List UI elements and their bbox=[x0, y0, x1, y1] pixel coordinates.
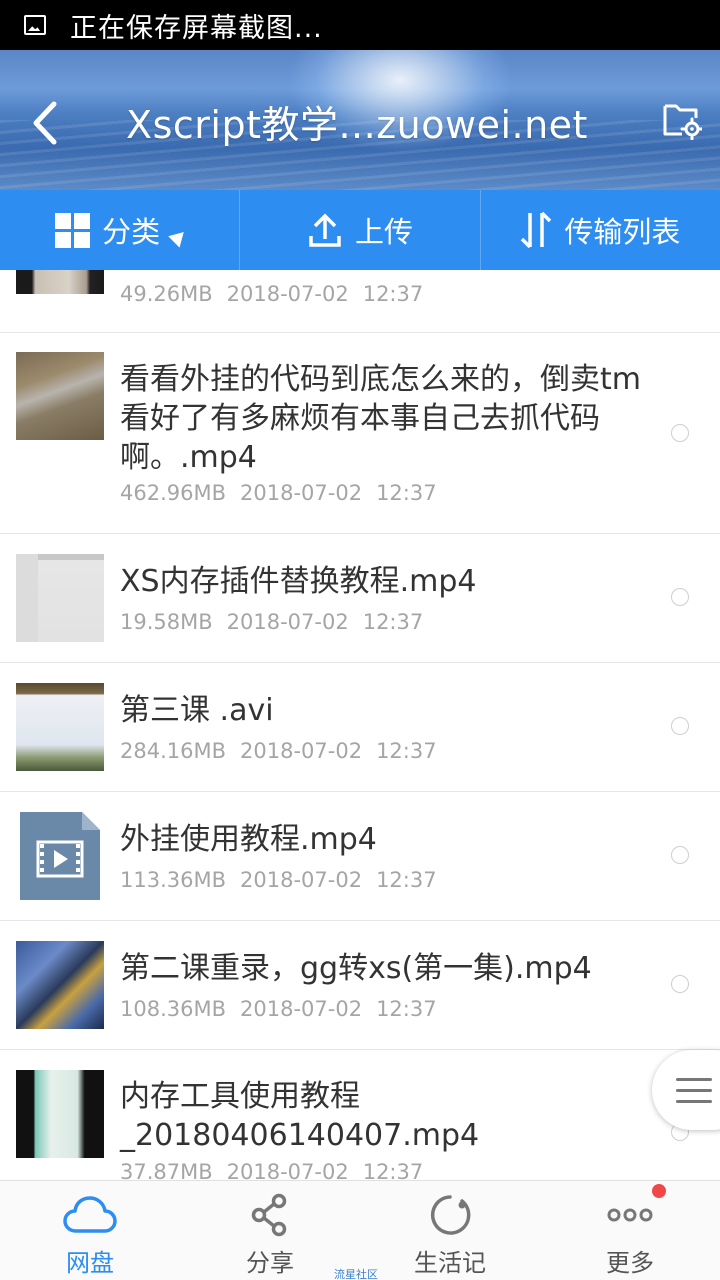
nav-label: 网盘 bbox=[66, 1249, 114, 1277]
file-list: 49.26MB 2018-07-02 12:37 看看外挂的代码到底怎么来的，倒卖t… bbox=[0, 270, 720, 1180]
file-time: 12:37 bbox=[376, 739, 437, 763]
select-radio[interactable] bbox=[671, 975, 689, 993]
file-time: 12:37 bbox=[376, 997, 437, 1021]
file-list-item[interactable]: 第二课重录，gg转xs(第一集).mp4 108.36MB 2018-07-02 1… bbox=[0, 921, 720, 1050]
video-thumbnail bbox=[16, 1070, 104, 1158]
watermark: 流星社区 bbox=[334, 1268, 378, 1280]
category-label: 分类 bbox=[102, 215, 161, 249]
file-size: 462.96MB bbox=[120, 481, 227, 505]
back-arrow-icon bbox=[33, 101, 57, 145]
life-record-icon bbox=[430, 1195, 471, 1235]
select-radio[interactable] bbox=[671, 846, 689, 864]
nav-label: 分享 bbox=[246, 1249, 294, 1277]
video-file-icon bbox=[20, 812, 100, 900]
file-name: 内存工具使用教程_20180406140407.mp4 bbox=[120, 1079, 480, 1153]
transfer-arrows-icon bbox=[521, 211, 552, 249]
file-list-item[interactable]: XS内存插件替换教程.mp4 19.58MB 2018-07-02 12:37 bbox=[0, 534, 720, 663]
file-name: 第三课 .avi bbox=[120, 693, 274, 728]
grid-icon bbox=[55, 212, 91, 248]
file-name: 外挂使用教程.mp4 bbox=[120, 822, 377, 857]
file-date: 2018-07-02 bbox=[226, 1160, 349, 1180]
file-name: 看看外挂的代码到底怎么来的，倒卖tm看好了有多麻烦有本事自己去抓代码啊。.mp4 bbox=[120, 362, 641, 475]
nav-item-cloud-disk[interactable]: 网盘 bbox=[0, 1181, 180, 1280]
bottom-nav: 网盘 分享 生活记 更多 bbox=[0, 1180, 720, 1280]
file-time: 12:37 bbox=[376, 481, 437, 505]
file-meta: 37.87MB 2018-07-02 12:37 bbox=[120, 1160, 423, 1180]
nav-label: 生活记 bbox=[414, 1249, 486, 1277]
header: Xscript教学...zuowei.net bbox=[0, 50, 720, 190]
file-time: 12:37 bbox=[376, 868, 437, 892]
file-size: 37.87MB bbox=[120, 1160, 213, 1180]
file-meta: 108.36MB 2018-07-02 12:37 bbox=[120, 997, 437, 1021]
file-size: 49.26MB bbox=[120, 282, 213, 306]
file-date: 2018-07-02 bbox=[240, 997, 363, 1021]
video-thumbnail bbox=[16, 941, 104, 1029]
share-icon bbox=[251, 1193, 287, 1237]
select-radio[interactable] bbox=[671, 717, 689, 735]
video-thumbnail bbox=[16, 554, 104, 642]
file-date: 2018-07-02 bbox=[226, 610, 349, 634]
category-button[interactable]: 分类 bbox=[0, 190, 239, 270]
file-size: 113.36MB bbox=[120, 868, 227, 892]
file-list-item[interactable]: 第三课 .avi 284.16MB 2018-07-02 12:37 bbox=[0, 663, 720, 792]
file-date: 2018-07-02 bbox=[240, 481, 363, 505]
select-radio[interactable] bbox=[671, 424, 689, 442]
folder-gear-icon bbox=[663, 104, 704, 141]
video-thumbnail bbox=[16, 270, 104, 294]
file-size: 19.58MB bbox=[120, 610, 213, 634]
more-icon bbox=[607, 1208, 653, 1222]
page-title: Xscript教学...zuowei.net bbox=[126, 103, 588, 147]
toolbar: 分类 上传 传输列表 bbox=[0, 190, 720, 270]
hamburger-menu-icon bbox=[676, 1078, 712, 1111]
back-button[interactable] bbox=[22, 88, 72, 152]
folder-settings-button[interactable] bbox=[662, 98, 704, 141]
upload-button[interactable]: 上传 bbox=[239, 190, 479, 270]
file-meta: 113.36MB 2018-07-02 12:37 bbox=[120, 868, 437, 892]
file-meta: 19.58MB 2018-07-02 12:37 bbox=[120, 610, 423, 634]
nav-item-share[interactable]: 分享 bbox=[180, 1181, 360, 1280]
video-thumbnail bbox=[16, 683, 104, 771]
video-thumbnail bbox=[16, 352, 104, 440]
file-size: 284.16MB bbox=[120, 739, 227, 763]
file-list-item[interactable]: 外挂使用教程.mp4 113.36MB 2018-07-02 12:37 bbox=[0, 792, 720, 921]
upload-icon bbox=[309, 213, 341, 247]
notification-badge-dot bbox=[652, 1184, 666, 1198]
dropdown-triangle-icon bbox=[168, 226, 190, 248]
file-time: 12:37 bbox=[362, 1160, 424, 1180]
nav-item-more[interactable]: 更多 bbox=[540, 1181, 720, 1280]
select-radio[interactable] bbox=[671, 588, 689, 606]
transfer-list-button[interactable]: 传输列表 bbox=[479, 190, 720, 270]
upload-label: 上传 bbox=[354, 215, 413, 249]
screenshot-image-icon bbox=[24, 15, 46, 35]
file-meta: 462.96MB 2018-07-02 12:37 bbox=[120, 481, 437, 505]
status-bar: 正在保存屏幕截图... bbox=[0, 0, 720, 50]
file-name: 第二课重录，gg转xs(第一集).mp4 bbox=[120, 951, 592, 986]
file-meta: 284.16MB 2018-07-02 12:37 bbox=[120, 739, 437, 763]
file-name: XS内存插件替换教程.mp4 bbox=[120, 564, 477, 599]
file-size: 108.36MB bbox=[120, 997, 227, 1021]
status-text: 正在保存屏幕截图... bbox=[70, 12, 323, 44]
file-time: 12:37 bbox=[362, 282, 424, 306]
file-time: 12:37 bbox=[362, 610, 424, 634]
file-date: 2018-07-02 bbox=[226, 282, 349, 306]
file-meta: 49.26MB 2018-07-02 12:37 bbox=[120, 282, 423, 306]
file-list-item[interactable]: 49.26MB 2018-07-02 12:37 bbox=[0, 270, 720, 333]
file-list-item[interactable]: 内存工具使用教程_20180406140407.mp4 37.87MB 2018-… bbox=[0, 1050, 720, 1180]
file-date: 2018-07-02 bbox=[240, 739, 363, 763]
file-date: 2018-07-02 bbox=[240, 868, 363, 892]
file-list-item[interactable]: 看看外挂的代码到底怎么来的，倒卖tm看好了有多麻烦有本事自己去抓代码啊。.mp4… bbox=[0, 333, 720, 534]
transfer-list-label: 传输列表 bbox=[564, 215, 681, 249]
nav-item-life-record[interactable]: 生活记 bbox=[360, 1181, 540, 1280]
nav-label: 更多 bbox=[606, 1249, 654, 1277]
cloud-icon bbox=[63, 1196, 117, 1233]
